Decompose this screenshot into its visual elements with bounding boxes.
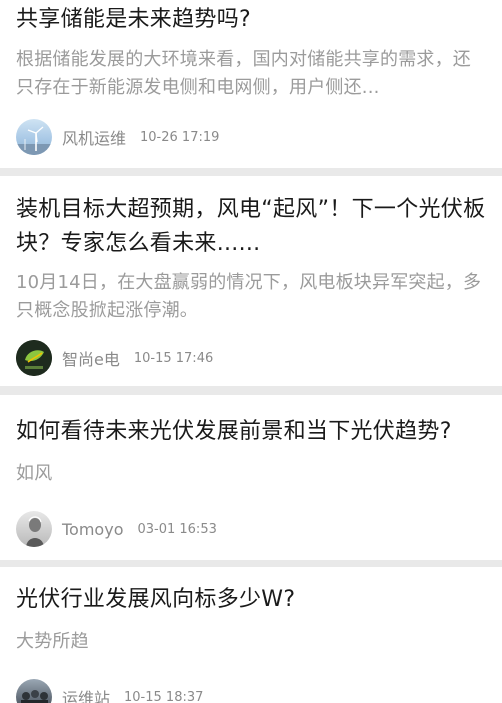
article-card[interactable]: 共享储能是未来趋势吗? 根据储能发展的大环境来看，国内对储能共享的需求，还只存在… [0, 0, 502, 168]
figure-avatar[interactable] [16, 511, 52, 547]
leaf-logo-icon [16, 340, 52, 376]
article-title[interactable]: 如何看待未来光伏发展前景和当下光伏趋势? [16, 415, 486, 449]
post-time: 03-01 16:53 [137, 521, 217, 537]
article-title[interactable]: 装机目标大超预期，风电“起风”！下一个光伏板块？专家怎么看未来...... [16, 193, 486, 261]
author-name[interactable]: Tomoyo [62, 520, 123, 539]
post-time: 10-26 17:19 [140, 129, 220, 145]
author-name[interactable]: 运维站 [62, 685, 110, 703]
article-feed: 共享储能是未来趋势吗? 根据储能发展的大环境来看，国内对储能共享的需求，还只存在… [0, 0, 502, 703]
group-photo-icon [21, 690, 48, 703]
wind-turbine-icon [16, 126, 52, 155]
article-summary: 大势所趋 [16, 631, 89, 652]
article-summary: 如风 [16, 463, 53, 484]
wind-turbine-avatar[interactable] [16, 119, 52, 155]
leaf-logo-avatar[interactable] [16, 340, 52, 376]
article-card[interactable]: 如何看待未来光伏发展前景和当下光伏趋势? 如风 Tomoyo 03-01 16:… [0, 395, 502, 560]
article-title[interactable]: 共享储能是未来趋势吗? [16, 3, 486, 37]
author-name[interactable]: 智尚e电 [62, 346, 120, 370]
article-summary: 根据储能发展的大环境来看，国内对储能共享的需求，还只存在于新能源发电侧和电网侧，… [16, 49, 471, 98]
group-photo-avatar[interactable] [16, 679, 52, 703]
post-time: 10-15 18:37 [124, 689, 204, 703]
article-summary: 10月14日，在大盘赢弱的情况下，风电板块异军突起，多只概念股掀起涨停潮。 [16, 272, 482, 321]
article-title[interactable]: 光伏行业发展风向标多少W? [16, 583, 486, 617]
article-meta: 运维站 10-15 18:37 [16, 675, 486, 703]
article-meta: 智尚e电 10-15 17:46 [16, 336, 486, 380]
figure-icon [26, 516, 44, 547]
post-time: 10-15 17:46 [133, 350, 214, 366]
article-card[interactable]: 装机目标大超预期，风电“起风”！下一个光伏板块？专家怎么看未来...... 10… [0, 176, 502, 386]
author-name[interactable]: 风机运维 [62, 125, 126, 149]
article-meta: Tomoyo 03-01 16:53 [16, 507, 486, 551]
article-card[interactable]: 光伏行业发展风向标多少W? 大势所趋 运维站 10-15 18:37 [0, 567, 502, 703]
article-meta: 风机运维 10-26 17:19 [16, 115, 486, 159]
